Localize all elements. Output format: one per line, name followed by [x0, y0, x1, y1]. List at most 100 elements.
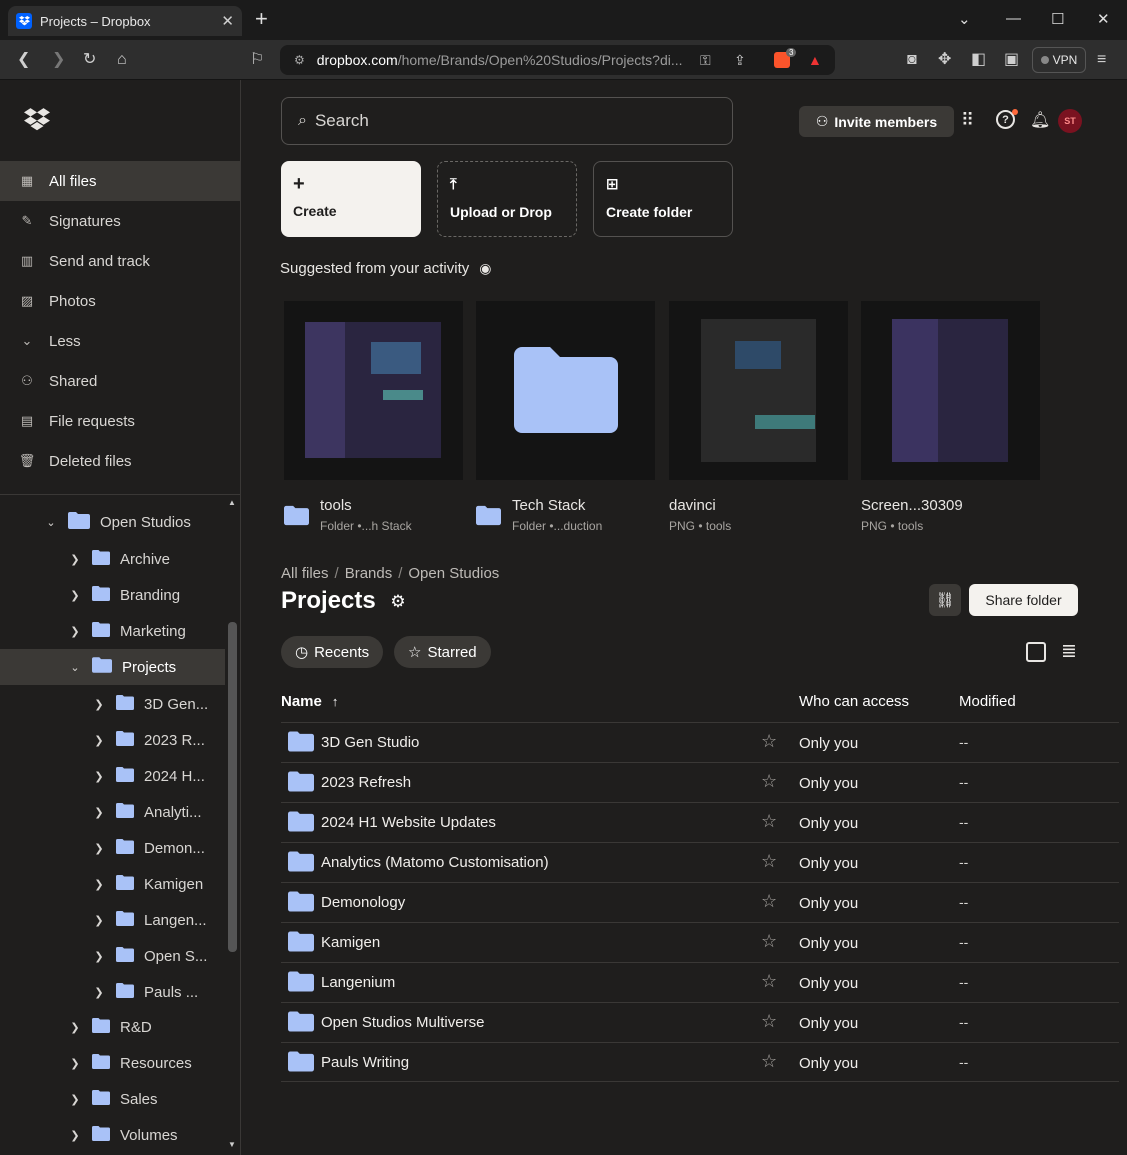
column-header-name[interactable]: Name ↑	[281, 693, 338, 710]
tree-item-open-studios[interactable]: ⌄ Open Studios	[0, 504, 225, 540]
star-icon[interactable]: ☆	[761, 891, 777, 912]
table-row[interactable]: Langenium ☆ Only you --	[281, 962, 1119, 1002]
eye-icon[interactable]: ◉	[479, 260, 491, 277]
chevron-right-icon[interactable]: ❯	[92, 950, 106, 963]
sort-ascending-icon[interactable]: ↑	[332, 694, 339, 709]
row-name[interactable]: Open Studios Multiverse	[321, 1014, 484, 1031]
copy-link-button[interactable]: ⛓	[929, 584, 961, 616]
breadcrumb-item[interactable]: All files	[281, 565, 329, 582]
row-name[interactable]: 2023 Refresh	[321, 774, 411, 791]
star-icon[interactable]: ☆	[761, 971, 777, 992]
chevron-right-icon[interactable]: ❯	[68, 589, 82, 602]
suggested-name[interactable]: davinci	[669, 497, 716, 514]
suggested-thumb-tools[interactable]	[284, 301, 463, 480]
close-tab-icon[interactable]: ✕	[221, 12, 234, 30]
bell-icon[interactable]: 🔔︎	[1030, 110, 1050, 130]
suggested-name[interactable]: tools	[320, 497, 352, 514]
tree-item-archive[interactable]: ❯ Archive	[0, 541, 225, 577]
upload-or-drop-button[interactable]: ⤒ Upload or Drop	[437, 161, 577, 237]
back-icon[interactable]: ❮	[17, 50, 30, 70]
tab-search-icon[interactable]: ⌄	[958, 10, 971, 28]
window-close-icon[interactable]: ✕	[1097, 10, 1110, 28]
site-info-icon[interactable]: ⚙	[294, 53, 305, 67]
row-name[interactable]: 3D Gen Studio	[321, 734, 419, 751]
suggested-name[interactable]: Tech Stack	[512, 497, 585, 514]
key-icon[interactable]: ⚿	[700, 52, 711, 69]
nav-signatures[interactable]: ✎ Signatures	[0, 201, 240, 241]
create-folder-button[interactable]: ⊞ Create folder	[593, 161, 733, 237]
tree-item-2023-refresh[interactable]: ❯ 2023 R...	[0, 722, 225, 758]
tree-item-sales[interactable]: ❯ Sales	[0, 1081, 225, 1117]
table-row[interactable]: Pauls Writing ☆ Only you --	[281, 1042, 1119, 1082]
star-icon[interactable]: ☆	[761, 771, 777, 792]
tree-item-analytics[interactable]: ❯ Analyti...	[0, 794, 225, 830]
table-row[interactable]: 2024 H1 Website Updates ☆ Only you --	[281, 802, 1119, 842]
row-name[interactable]: 2024 H1 Website Updates	[321, 814, 496, 831]
forward-icon[interactable]: ❯	[52, 50, 65, 70]
chevron-down-icon[interactable]: ⌄	[68, 661, 82, 674]
row-name[interactable]: Langenium	[321, 974, 395, 991]
tree-item-kamigen[interactable]: ❯ Kamigen	[0, 866, 225, 902]
tree-item-projects[interactable]: ⌄ Projects	[0, 649, 225, 685]
nav-shared[interactable]: ⚇ Shared	[0, 361, 240, 401]
row-name[interactable]: Pauls Writing	[321, 1054, 409, 1071]
suggested-thumb-screenshot[interactable]	[861, 301, 1040, 480]
dropbox-logo[interactable]	[24, 108, 50, 137]
table-row[interactable]: Kamigen ☆ Only you --	[281, 922, 1119, 962]
tree-item-rd[interactable]: ❯ R&D	[0, 1009, 225, 1045]
scroll-up-icon[interactable]: ▲	[228, 498, 236, 507]
avatar[interactable]: ST	[1058, 109, 1082, 133]
nav-all-files[interactable]: ▦ All files	[0, 161, 240, 201]
tree-item-langenium[interactable]: ❯ Langen...	[0, 902, 225, 938]
tree-item-3d-gen[interactable]: ❯ 3D Gen...	[0, 686, 225, 722]
share-folder-button[interactable]: Share folder	[969, 584, 1078, 616]
tree-item-demonology[interactable]: ❯ Demon...	[0, 830, 225, 866]
tree-item-volumes[interactable]: ❯ Volumes	[0, 1117, 225, 1153]
table-row[interactable]: Analytics (Matomo Customisation) ☆ Only …	[281, 842, 1119, 882]
wallet-icon[interactable]: ▣	[1004, 50, 1019, 70]
list-view-icon[interactable]: ≣	[1061, 640, 1077, 663]
invite-members-button[interactable]: ⚇ Invite members	[799, 106, 954, 137]
nav-send-and-track[interactable]: ▥ Send and track	[0, 241, 240, 281]
nav-less[interactable]: ⌄ Less	[0, 321, 240, 361]
chevron-right-icon[interactable]: ❯	[92, 986, 106, 999]
chevron-right-icon[interactable]: ❯	[92, 734, 106, 747]
scroll-down-icon[interactable]: ▼	[228, 1140, 236, 1149]
suggested-thumb-tech-stack[interactable]	[476, 301, 655, 480]
chevron-down-icon[interactable]: ⌄	[44, 516, 58, 529]
app-grid-icon[interactable]: ⠿	[961, 110, 974, 131]
breadcrumb-item[interactable]: Brands	[345, 565, 393, 582]
menu-icon[interactable]: ≡	[1097, 50, 1106, 70]
bookmark-icon[interactable]: ⚐	[250, 50, 264, 70]
table-row[interactable]: 2023 Refresh ☆ Only you --	[281, 762, 1119, 802]
minimize-icon[interactable]: —	[1006, 10, 1021, 27]
nav-photos[interactable]: ▨ Photos	[0, 281, 240, 321]
tree-item-branding[interactable]: ❯ Branding	[0, 577, 225, 613]
scrollbar-thumb[interactable]	[228, 622, 237, 952]
brave-rewards-icon[interactable]: ▲	[808, 52, 822, 68]
maximize-icon[interactable]: ☐	[1051, 10, 1064, 28]
create-button[interactable]: + Create	[281, 161, 421, 237]
star-icon[interactable]: ☆	[761, 1051, 777, 1072]
camera-icon[interactable]: ◙	[907, 50, 917, 70]
chevron-right-icon[interactable]: ❯	[92, 914, 106, 927]
chevron-right-icon[interactable]: ❯	[68, 553, 82, 566]
suggested-thumb-davinci[interactable]	[669, 301, 848, 480]
tree-item-2024-h1[interactable]: ❯ 2024 H...	[0, 758, 225, 794]
extensions-icon[interactable]: ✥	[938, 50, 951, 70]
chevron-right-icon[interactable]: ❯	[68, 1057, 82, 1070]
star-icon[interactable]: ☆	[761, 931, 777, 952]
browser-tab[interactable]: Projects – Dropbox ✕	[8, 6, 242, 36]
chevron-right-icon[interactable]: ❯	[92, 806, 106, 819]
sidebar-toggle-icon[interactable]: ◧	[971, 50, 986, 70]
address-bar[interactable]: ⚙ dropbox.com/home/Brands/Open%20Studios…	[280, 45, 835, 75]
nav-file-requests[interactable]: ▤ File requests	[0, 401, 240, 441]
table-row[interactable]: Demonology ☆ Only you --	[281, 882, 1119, 922]
settings-gear-icon[interactable]: ⚙	[390, 592, 405, 611]
nav-deleted-files[interactable]: 🗑 Deleted files	[0, 441, 240, 481]
star-icon[interactable]: ☆	[761, 1011, 777, 1032]
chevron-right-icon[interactable]: ❯	[68, 1021, 82, 1034]
share-icon[interactable]: ⇪	[734, 52, 746, 69]
chevron-right-icon[interactable]: ❯	[68, 1093, 82, 1106]
search-input[interactable]: ⌕ Search	[281, 97, 733, 145]
